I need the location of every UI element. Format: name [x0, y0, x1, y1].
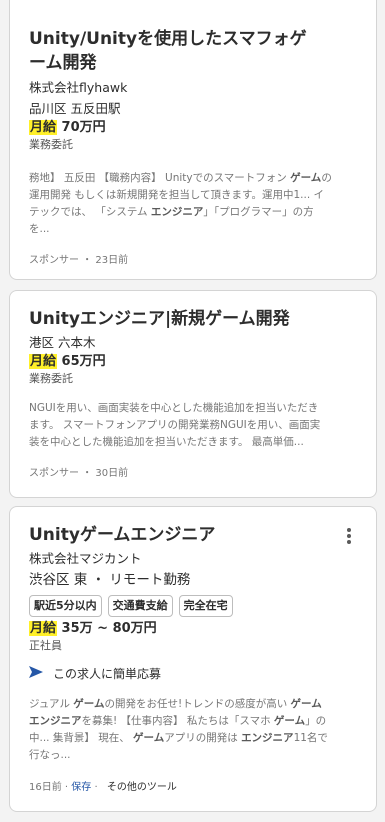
job-title[interactable]: Unityゲームエンジニア — [29, 523, 362, 547]
snippet-line: テックでは、 「システム エンジニア」「プログラマー」の方 — [29, 206, 314, 218]
job-card[interactable]: Unityゲームエンジニア 株式会社マジカント 渋谷区 東 ・ リモート勤務 駅… — [9, 506, 377, 812]
job-meta: 16日前 · 保存 · その他のツール — [29, 782, 177, 793]
save-link[interactable]: 保存 — [71, 782, 91, 793]
snippet-line: ジュアル ゲームの開発をお任せ!トレンドの感度が高い ゲーム — [29, 698, 322, 710]
snippet-line: 務地】 五反田 【職務内容】 Unityでのスマートフォン ゲームの — [29, 172, 332, 184]
more-tools-link[interactable]: その他のツール — [107, 782, 177, 793]
job-title[interactable]: Unityエンジニア|新規ゲーム開発 — [29, 307, 362, 331]
salary: 月給 35万 ~ 80万円 — [29, 621, 157, 636]
snippet-line: 行なっ... — [29, 749, 71, 761]
company-name: 株式会社マジカント — [29, 551, 142, 566]
employment-type: 業務委託 — [29, 138, 73, 151]
job-tags: 駅近5分以内 交通費支給 完全在宅 — [29, 595, 362, 617]
job-location: 品川区 五反田駅 — [29, 101, 121, 116]
employment-type: 業務委託 — [29, 372, 73, 385]
job-snippet: NGUIを用い、画面実装を中心とした機能追加を担当いただき ます。 スマートフォ… — [29, 402, 321, 448]
salary: 月給 65万円 — [29, 354, 106, 369]
job-title[interactable]: Unity/Unityを使用したスマフォゲ ーム開発 — [29, 27, 362, 75]
snippet-line: を... — [29, 223, 50, 235]
job-card[interactable]: Unity/Unityを使用したスマフォゲ ーム開発 株式会社flyhawk 品… — [9, 0, 377, 280]
job-snippet: ジュアル ゲームの開発をお任せ!トレンドの感度が高い ゲーム エンジニアを募集! … — [29, 696, 362, 764]
tag-badge: 完全在宅 — [178, 595, 233, 617]
job-location: 港区 六本木 — [29, 335, 96, 350]
snippet-line: エンジニアを募集! 【仕事内容】 私たちは「スマホ ゲーム」の — [29, 715, 327, 727]
job-meta: スポンサー ・ 23日前 — [29, 255, 129, 266]
tag-badge: 駅近5分以内 — [29, 595, 102, 617]
job-card[interactable]: Unityエンジニア|新規ゲーム開発 港区 六本木 月給 65万円 業務委託 N… — [9, 290, 377, 498]
tag-badge: 交通費支給 — [107, 595, 173, 617]
job-snippet: 務地】 五反田 【職務内容】 Unityでのスマートフォン ゲームの 運用開発 も… — [29, 170, 362, 238]
company-name: 株式会社flyhawk — [29, 80, 128, 95]
paper-plane-icon — [29, 666, 43, 681]
salary: 月給 70万円 — [29, 120, 106, 135]
employment-type: 正社員 — [29, 639, 62, 652]
job-meta: スポンサー ・ 30日前 — [29, 468, 129, 479]
snippet-line: 運用開発 もしくは新規開発を担当して頂きます。運用中1... イ — [29, 189, 325, 201]
easy-apply: この求人に簡単応募 — [29, 665, 362, 682]
job-location: 渋谷区 東 ・ リモート勤務 — [29, 572, 191, 588]
snippet-line: 中... 集背景】 現在、 ゲームアプリの開発は エンジニア11名で — [29, 732, 328, 744]
posted-date: 16日前 — [29, 782, 62, 793]
